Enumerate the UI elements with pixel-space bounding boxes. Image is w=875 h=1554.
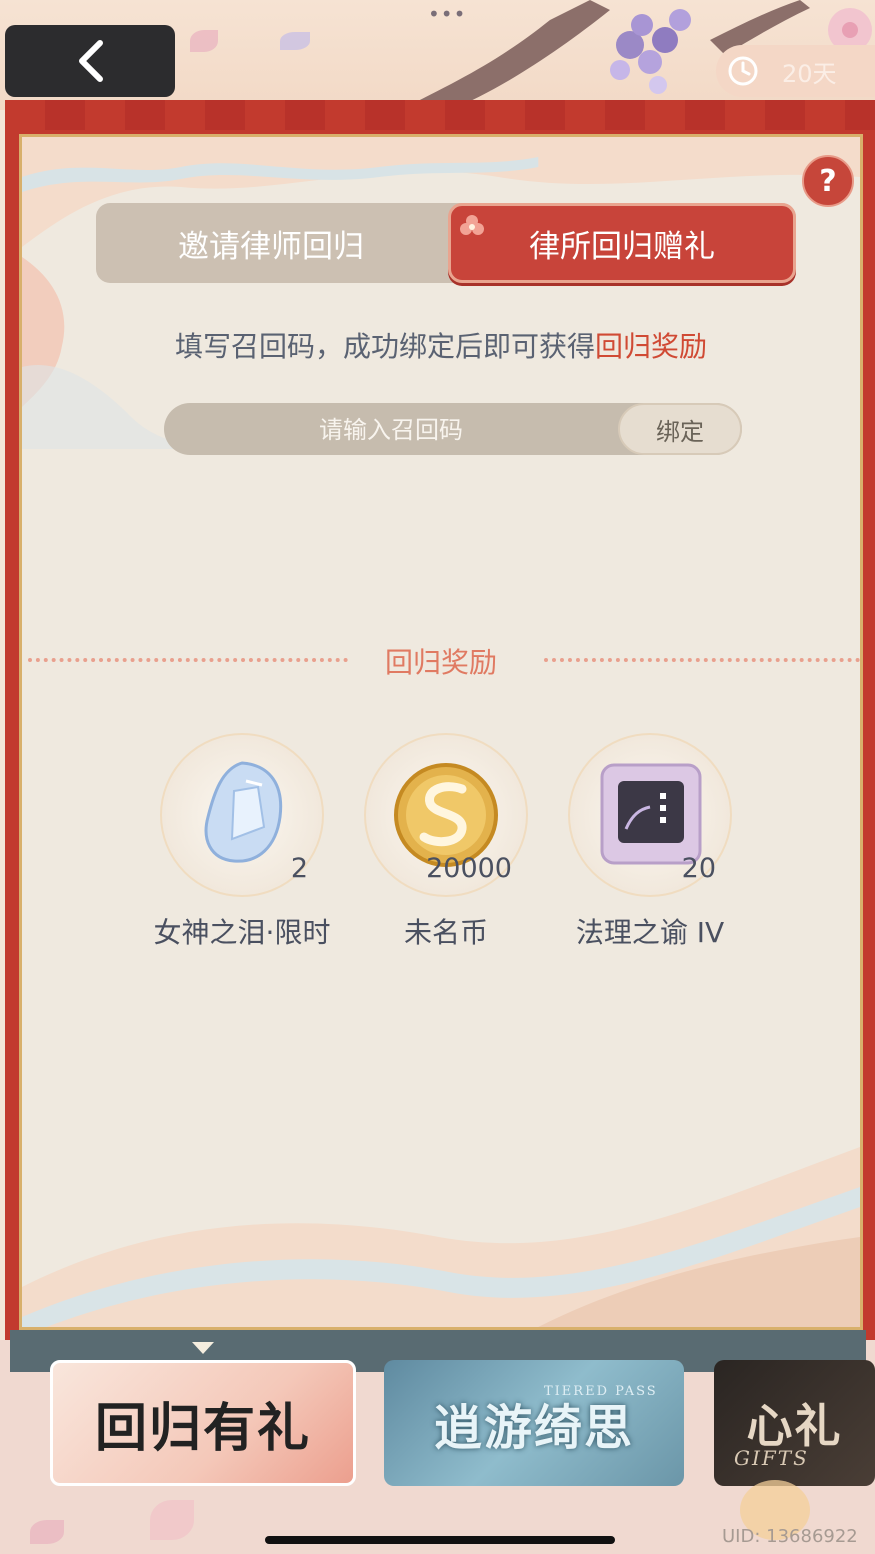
back-button[interactable] [5,25,175,97]
uid-label: UID: 13686922 [722,1526,858,1547]
reward-icon-frame: 2 [160,733,324,897]
banner-gifts[interactable]: 心礼 GIFTS [714,1360,875,1486]
countdown-text: 20天 [782,59,837,88]
reward-name: 女神之泪·限时 [153,916,331,949]
reward-item[interactable]: 2 女神之泪·限时 [142,733,342,951]
countdown-badge: 20天 [716,45,875,97]
reward-count: 20000 [426,853,512,884]
recall-code-input[interactable] [164,403,618,457]
tab-invite-lawyer-return[interactable]: 邀请律师回归 [96,203,446,283]
tab-label: 律所回归赠礼 [529,228,715,265]
reward-count: 2 [290,853,308,884]
banner-tiered-pass[interactable]: TIERED PASS 逍游绮思 [384,1360,684,1486]
selected-indicator-icon [192,1342,214,1354]
help-button[interactable]: ? [802,155,854,207]
frame-top-border [5,100,875,130]
reward-item[interactable]: 20 法理之谕 IV [550,733,750,951]
more-options-icon[interactable]: ••• [428,2,466,26]
instruction-text: 填写召回码，成功绑定后即可获得回归奖励 [22,325,860,365]
instruction-main: 填写召回码，成功绑定后即可获得 [174,330,595,363]
flower-icon [460,215,484,235]
banner-return-gift[interactable]: 回归有礼 [50,1360,356,1486]
reward-name: 未名币 [403,916,488,949]
bind-button[interactable]: 绑定 [618,403,742,455]
main-frame: ? 邀请律师回归 律所回归赠礼 填写召回码，成功绑定后即可获得回归奖励 绑定 回… [5,100,875,1372]
banner-title: 回归有礼 [94,1397,311,1459]
clock-icon [728,56,758,86]
reward-count: 20 [681,853,716,884]
instruction-highlight: 回归奖励 [595,330,708,363]
banner-subtitle: GIFTS [734,1446,809,1470]
chevron-left-icon [79,40,103,82]
divider-right [544,658,860,662]
flower-decoration [150,1500,194,1540]
tab-firm-return-gift[interactable]: 律所回归赠礼 [448,203,796,283]
reward-item[interactable]: 20000 未名币 [346,733,546,951]
banner-subtitle: TIERED PASS [544,1384,658,1399]
question-mark-icon: ? [819,163,837,199]
content-panel: ? 邀请律师回归 律所回归赠礼 填写召回码，成功绑定后即可获得回归奖励 绑定 回… [19,134,863,1330]
petal-decoration [280,32,310,50]
petal-decoration [30,1520,64,1544]
cloud-decoration-bottom [22,1147,860,1327]
petal-decoration [190,30,218,52]
tab-bar: 邀请律师回归 律所回归赠礼 [96,203,796,283]
tab-label: 邀请律师回归 [178,228,364,265]
home-indicator [265,1536,615,1544]
reward-icon-frame: 20000 [364,733,528,897]
rewards-list: 2 女神之泪·限时 20000 未名币 20 法理之谕 IV [142,733,742,963]
reward-name: 法理之谕 IV [575,916,725,949]
reward-icon-frame: 20 [568,733,732,897]
recall-code-row: 绑定 [164,403,742,457]
